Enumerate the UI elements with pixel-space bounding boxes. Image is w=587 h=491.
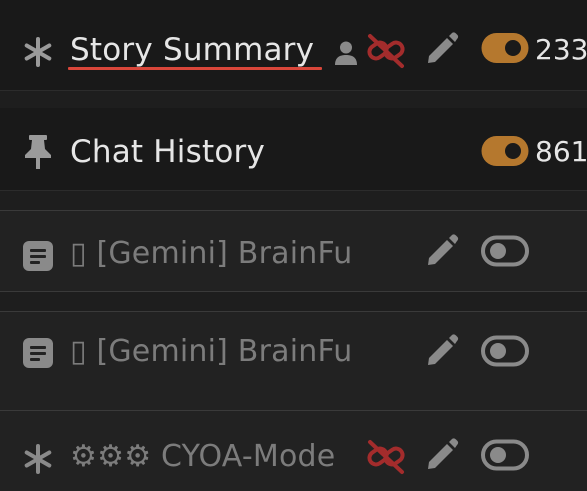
toggle-off-icon[interactable] — [481, 334, 529, 368]
entry-title-clip: ⚙⚙⚙ CYOA-Mode — [70, 435, 362, 479]
document-icon — [23, 338, 53, 368]
entry-title-clip: ▯ [Gemini] BrainFu — [70, 330, 360, 374]
entry-title[interactable]: Chat History — [70, 132, 265, 172]
toggle-off-icon[interactable] — [481, 234, 529, 268]
entry-row-gemini-1[interactable]: ▯ [Gemini] BrainFu — [0, 211, 587, 291]
entry-title[interactable]: Story Summary — [70, 30, 314, 70]
entry-title[interactable]: ⚙⚙⚙ CYOA-Mode — [70, 437, 335, 477]
entry-title-clip: ▯ [Gemini] BrainFu — [70, 232, 360, 276]
asterisk-icon — [24, 444, 52, 474]
toggle-on-icon[interactable] — [481, 31, 529, 65]
entry-row-gemini-2[interactable]: ▯ [Gemini] BrainFu — [0, 312, 587, 410]
entry-title[interactable]: ▯ [Gemini] BrainFu — [70, 234, 352, 274]
world-info-entry-list: Story Summary 233 Chat History 861 ▯ [Ge… — [0, 0, 587, 491]
asterisk-icon — [24, 37, 52, 67]
row-separator — [0, 190, 587, 191]
pencil-icon[interactable] — [425, 438, 459, 472]
unlink-icon[interactable] — [365, 439, 407, 475]
toggle-off-icon[interactable] — [481, 438, 529, 472]
pencil-icon[interactable] — [425, 32, 459, 66]
user-icon — [335, 41, 357, 65]
document-icon — [23, 241, 53, 271]
entry-row-story-summary[interactable]: Story Summary 233 — [0, 0, 587, 90]
token-count: 233 — [535, 33, 587, 66]
row-separator — [0, 291, 587, 292]
pencil-icon[interactable] — [425, 334, 459, 368]
pencil-icon[interactable] — [425, 234, 459, 268]
unlink-icon[interactable] — [365, 33, 407, 69]
entry-title[interactable]: ▯ [Gemini] BrainFu — [70, 332, 352, 372]
row-separator — [0, 90, 587, 91]
entry-row-cyoa-mode[interactable]: ⚙⚙⚙ CYOA-Mode — [0, 411, 587, 491]
entry-row-chat-history[interactable]: Chat History 861 — [0, 108, 587, 190]
token-count: 861 — [535, 135, 587, 168]
spellcheck-underline — [68, 67, 322, 70]
toggle-on-icon[interactable] — [481, 134, 529, 168]
pin-icon — [25, 135, 51, 169]
